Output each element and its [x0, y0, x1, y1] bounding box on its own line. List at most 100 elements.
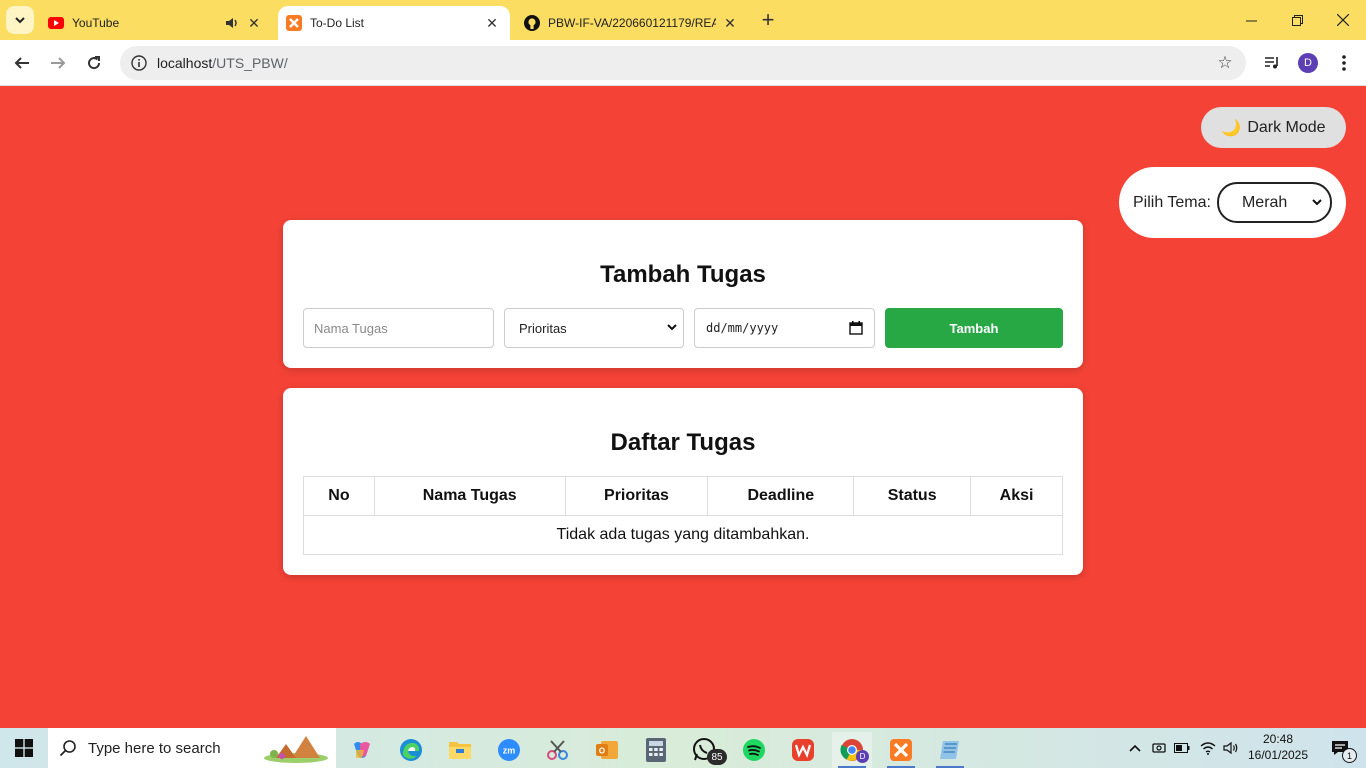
taskbar-clock[interactable]: 20:48 16/01/2025 — [1246, 731, 1310, 763]
search-icon — [48, 739, 88, 757]
clock-date: 16/01/2025 — [1247, 748, 1309, 762]
taskbar-snipping-tool[interactable] — [538, 732, 578, 768]
playlist-music-icon — [1265, 57, 1278, 69]
moon-icon: 🌙 — [1221, 119, 1242, 137]
chevron-down-icon — [15, 17, 25, 24]
taskbar-chrome[interactable]: D — [832, 732, 872, 768]
deadline-date-input[interactable]: dd/mm/yyyy — [694, 308, 875, 348]
taskbar-copilot[interactable] — [342, 732, 382, 768]
video-icon — [1152, 743, 1166, 753]
start-button[interactable] — [0, 728, 48, 768]
search-highlight-illustration — [262, 732, 330, 764]
taskbar-xampp[interactable] — [881, 732, 921, 768]
tab-search-button[interactable] — [6, 6, 34, 34]
add-task-card: Tambah Tugas Prioritas dd/mm/yyyy Tambah — [283, 220, 1083, 368]
restore-button[interactable] — [1274, 0, 1320, 40]
table-row: Tidak ada tugas yang ditambahkan. — [303, 515, 1063, 555]
empty-table-message: Tidak ada tugas yang ditambahkan. — [303, 515, 1063, 555]
url-path: /UTS_PBW/ — [212, 55, 288, 71]
tab-github[interactable]: PBW-IF-VA/220660121179/REA ✕ — [516, 6, 748, 40]
column-header-deadline: Deadline — [707, 476, 855, 516]
column-header-status: Status — [853, 476, 972, 516]
taskbar-spotify[interactable] — [734, 732, 774, 768]
media-controls-button[interactable] — [1258, 49, 1286, 77]
close-tab-icon[interactable]: ✕ — [722, 15, 738, 31]
zoom-icon: zm — [498, 739, 520, 761]
folder-icon — [449, 742, 471, 759]
svg-text:zm: zm — [503, 746, 516, 756]
taskbar-outlook[interactable]: O — [587, 732, 627, 768]
calendar-icon[interactable] — [849, 321, 863, 335]
task-name-input[interactable] — [303, 308, 494, 348]
taskbar-notepad[interactable] — [930, 732, 970, 768]
new-tab-button[interactable]: + — [756, 7, 780, 32]
edge-icon — [400, 739, 422, 761]
battery-icon — [1174, 743, 1190, 753]
minimize-button[interactable] — [1228, 0, 1274, 40]
column-header-no: No — [303, 476, 375, 516]
forward-button[interactable] — [44, 49, 72, 77]
task-table: No Nama Tugas Prioritas Deadline Status … — [303, 476, 1063, 555]
close-tab-icon[interactable]: ✕ — [246, 15, 262, 31]
theme-select[interactable]: Merah — [1216, 182, 1332, 223]
address-bar[interactable]: localhost/UTS_PBW/ ☆ — [120, 46, 1246, 80]
task-list-title: Daftar Tugas — [610, 429, 756, 456]
column-header-task-name: Nama Tugas — [373, 476, 566, 516]
close-window-button[interactable] — [1320, 0, 1366, 40]
avatar: D — [1298, 53, 1318, 73]
windows-logo-icon — [15, 739, 33, 757]
url-text: localhost/UTS_PBW/ — [157, 55, 288, 71]
tab-title: To-Do List — [310, 16, 365, 30]
chevron-down-icon — [1312, 196, 1322, 210]
tab-todo-list[interactable]: To-Do List ✕ — [278, 6, 510, 40]
profile-button[interactable]: D — [1294, 49, 1322, 77]
browser-menu-button[interactable] — [1330, 49, 1358, 77]
taskbar-search-box[interactable]: Type here to search — [48, 728, 336, 768]
priority-selected-value: Prioritas — [519, 320, 567, 336]
network-status[interactable] — [1196, 728, 1220, 768]
taskbar-wps-office[interactable] — [783, 732, 823, 768]
tab-youtube[interactable]: YouTube ✕ — [40, 6, 272, 40]
youtube-icon — [48, 15, 64, 31]
theme-selected-value: Merah — [1241, 193, 1288, 211]
volume-control[interactable] — [1220, 728, 1242, 768]
page-body: 🌙 Dark Mode Pilih Tema: Merah Tambah Tug… — [0, 87, 1366, 728]
minimize-icon — [1245, 20, 1257, 21]
taskbar-calculator[interactable] — [636, 732, 676, 768]
taskbar-whatsapp[interactable]: 85 — [685, 732, 727, 768]
taskbar-zoom[interactable]: zm — [489, 732, 529, 768]
taskbar-file-explorer[interactable] — [440, 732, 480, 768]
chevron-down-icon — [667, 322, 677, 335]
dark-mode-button[interactable]: 🌙 Dark Mode — [1201, 107, 1346, 148]
priority-select[interactable]: Prioritas — [504, 308, 684, 348]
volume-icon — [1223, 741, 1238, 755]
calculator-icon — [646, 738, 666, 762]
xampp-icon — [890, 739, 912, 761]
show-hidden-icons-button[interactable] — [1124, 728, 1146, 768]
browser-toolbar: localhost/UTS_PBW/ ☆ D — [0, 40, 1366, 86]
reload-button[interactable] — [80, 49, 108, 77]
copilot-icon — [354, 742, 370, 758]
close-tab-icon[interactable]: ✕ — [484, 15, 500, 31]
scissors-icon — [547, 740, 568, 760]
battery-status[interactable] — [1171, 728, 1193, 768]
taskbar-edge[interactable] — [391, 732, 431, 768]
meet-now-button[interactable] — [1148, 728, 1170, 768]
bookmark-star-icon[interactable]: ☆ — [1216, 53, 1234, 72]
site-info-icon[interactable] — [122, 46, 156, 80]
add-task-button[interactable]: Tambah — [885, 308, 1063, 348]
arrow-right-icon — [51, 57, 66, 69]
spotify-icon — [743, 739, 765, 761]
speaker-icon[interactable] — [224, 15, 240, 31]
back-button[interactable] — [8, 49, 36, 77]
close-icon — [1337, 14, 1349, 26]
notification-count-badge: 1 — [1342, 748, 1357, 763]
chevron-up-icon — [1129, 744, 1141, 752]
more-vertical-icon — [1342, 55, 1346, 71]
wps-office-icon — [792, 739, 814, 761]
action-center-button[interactable]: 1 — [1320, 728, 1360, 768]
profile-badge: D — [856, 750, 869, 763]
clock-time: 20:48 — [1262, 732, 1294, 746]
url-host: localhost — [157, 55, 213, 71]
tab-title: PBW-IF-VA/220660121179/REA — [548, 16, 716, 30]
